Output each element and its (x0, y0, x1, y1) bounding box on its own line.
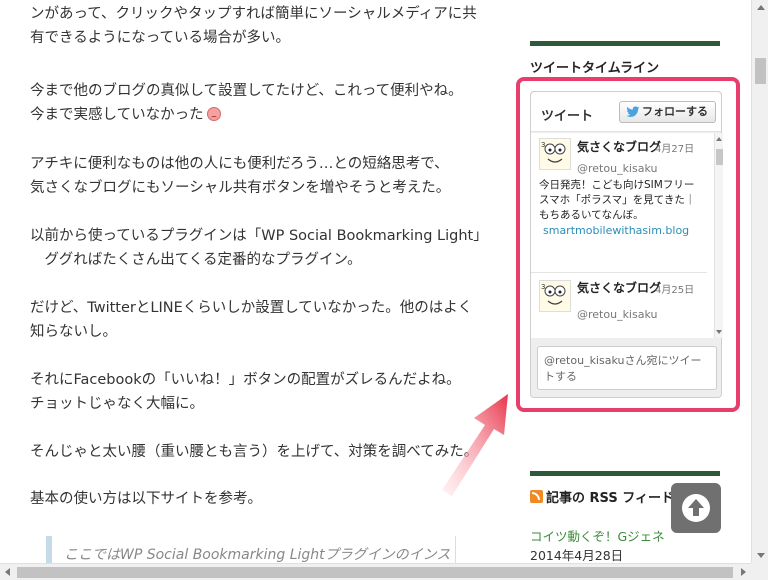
article-body: ンがあって、クリックやタップすれば簡単にソーシャルメディアに共 有できるようにな… (0, 0, 480, 563)
widget-divider (530, 471, 720, 476)
scroll-right-arrow-icon[interactable] (741, 568, 746, 576)
timeline-header: ツイート フォローする (531, 92, 721, 132)
paragraph-2: アチキに便利なものは他の人にも便利だろう…との短絡思考で、 気さくなブログにもソ… (30, 156, 451, 196)
rss-post-link[interactable]: コイツ動くぞ！Gジェネ (530, 526, 665, 545)
blockquote: ここではWP Social Bookmarking Lightプラグインのインス… (46, 536, 456, 563)
scrollbar-corner (751, 563, 768, 580)
page-horizontal-scrollbar[interactable] (0, 563, 751, 580)
timeline-scrollbar[interactable] (714, 133, 723, 338)
tweet-author-handle[interactable]: @retou_kisaku (577, 308, 657, 321)
tweet-author-name[interactable]: 気さくなブログ (577, 279, 661, 296)
paragraph-5: それにFacebookの「いいね！」ボタンの配置がズレるんだよね。 チョットじゃ… (30, 372, 461, 412)
rss-widget-title: 記事の RSS フィード (530, 487, 674, 506)
scroll-left-arrow-icon[interactable] (5, 568, 10, 576)
tweet-divider (531, 272, 707, 273)
follow-button[interactable]: フォローする (619, 101, 716, 123)
sad-face-emoji-icon (206, 107, 221, 121)
scroll-up-arrow-icon[interactable] (716, 137, 722, 141)
sidebar: ツイートタイムライン ツイート フォローする 3 気さくなブログ 4月27日 @… (516, 0, 750, 563)
rss-icon (530, 490, 543, 503)
tweet-link[interactable]: smartmobilewithasim.blog (539, 223, 704, 238)
twitter-timeline-widget: ツイート フォローする 3 気さくなブログ 4月27日 @retou_kisak… (530, 91, 723, 398)
svg-text:3: 3 (541, 141, 545, 149)
tweet-text: 今日発売！こども向けSIMフリースマホ「ポラスマ」を見てきた｜もちあるいてなんぼ… (539, 178, 704, 238)
paragraph-4: だけど、TwitterとLINEくらいしか設置していなかった。他のはよく 知らな… (30, 300, 473, 340)
red-arrow-icon (442, 394, 508, 496)
tweet-date[interactable]: 4月25日 (655, 281, 694, 296)
cartoon-avatar-icon: 3 (540, 281, 570, 311)
avatar[interactable]: 3 (539, 138, 571, 170)
tweet-list[interactable]: 3 気さくなブログ 4月27日 @retou_kisaku 今日発売！こども向け… (531, 133, 714, 338)
tweet-author-name[interactable]: 気さくなブログ (577, 138, 661, 155)
paragraph-3: 以前から使っているプラグインは「WP Social Bookmarking Li… (30, 228, 480, 268)
back-to-top-button[interactable] (671, 483, 721, 533)
paragraph-0: ンがあって、クリックやタップすれば簡単にソーシャルメディアに共 有できるようにな… (30, 6, 477, 46)
tweet-reply-input[interactable]: @retou_kisakuさん宛にツイートする (537, 346, 717, 390)
paragraph-1: 今まで他のブログの真似して設置してたけど、これって便利やね。 今まで実感していな… (30, 83, 463, 123)
tweet-date[interactable]: 4月27日 (655, 140, 694, 155)
scroll-down-arrow-icon[interactable] (757, 553, 765, 558)
scroll-up-arrow-icon[interactable] (757, 5, 765, 10)
timeline-widget-title: ツイートタイムライン (530, 61, 660, 76)
tweet-author-handle[interactable]: @retou_kisaku (577, 162, 657, 175)
widget-divider (530, 41, 720, 46)
rss-post-date: 2014年4月28日 (530, 548, 624, 563)
svg-text:3: 3 (541, 283, 545, 291)
arrow-up-circle-icon (682, 494, 710, 522)
timeline-title: ツイート (541, 109, 594, 124)
twitter-bird-icon (626, 106, 640, 117)
scroll-down-arrow-icon[interactable] (716, 330, 722, 334)
paragraph-6: そんじゃと太い腰（重い腰とも言う）を上げて、対策を調べてみた。 (30, 444, 479, 460)
page-hscroll-thumb[interactable] (17, 567, 733, 578)
avatar[interactable]: 3 (539, 280, 571, 312)
timeline-scroll-thumb[interactable] (716, 149, 723, 165)
paragraph-7: 基本の使い方は以下サイトを参考。 (30, 491, 262, 507)
page-vertical-scrollbar[interactable] (751, 0, 768, 563)
cartoon-avatar-icon: 3 (540, 139, 570, 169)
page-scroll-thumb[interactable] (755, 58, 766, 84)
